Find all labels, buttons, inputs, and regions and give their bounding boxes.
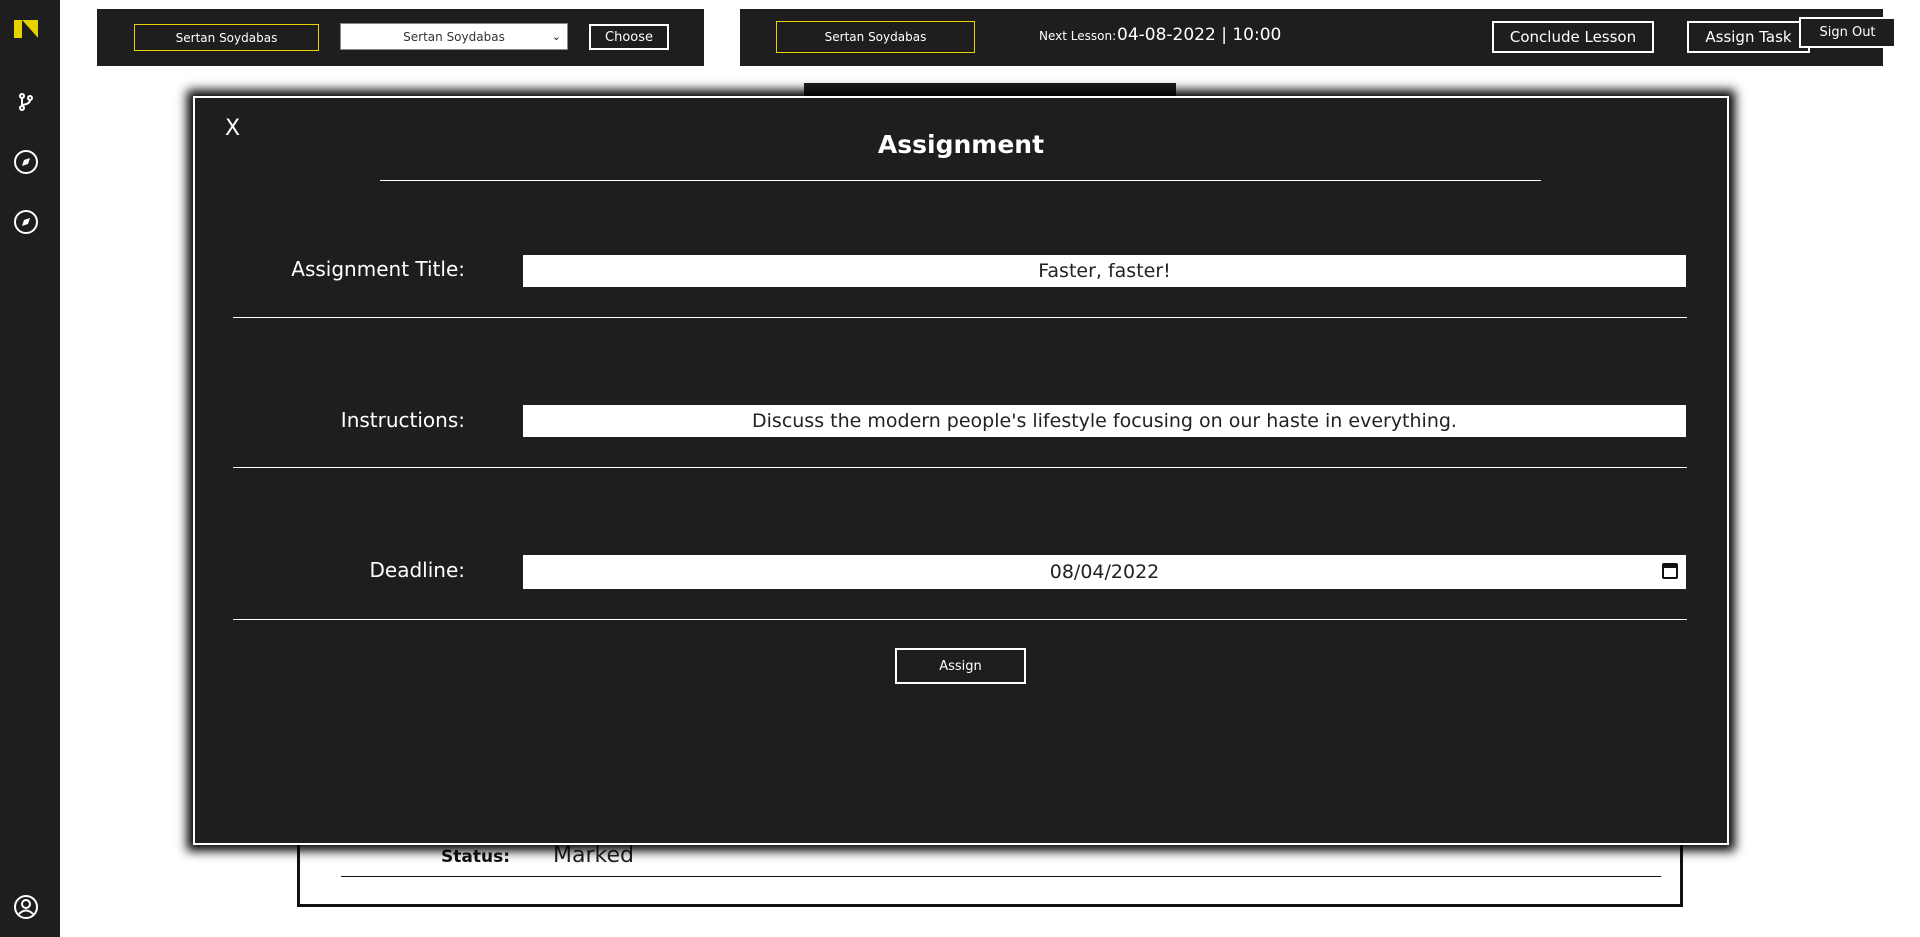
next-lesson-value: 04-08-2022 | 10:00 [1117,25,1282,45]
student-select-value: Sertan Soydabas [403,29,505,44]
deadline-date-input[interactable]: 08/04/2022 [523,555,1686,589]
assign-task-button[interactable]: Assign Task [1687,21,1810,53]
background-divider [341,876,1661,877]
assign-button[interactable]: Assign [895,648,1026,684]
compass-icon[interactable] [12,208,40,236]
calendar-icon[interactable] [1662,563,1678,579]
instructions-label: Instructions: [340,408,465,432]
status-value: Marked [553,843,634,868]
status-label: Status: [441,847,510,867]
sidebar [0,0,60,937]
user-circle-icon[interactable] [12,893,40,921]
modal-title: Assignment [877,130,1045,159]
sign-out-button[interactable]: Sign Out [1799,17,1896,48]
assignment-modal: X Assignment Assignment Title: Faster, f… [193,96,1729,845]
deadline-label: Deadline: [369,558,466,582]
chevron-down-icon: ⌄ [551,30,561,43]
deadline-value: 08/04/2022 [1049,561,1160,583]
branch-icon[interactable] [12,88,40,116]
row-divider [233,317,1687,318]
conclude-lesson-button[interactable]: Conclude Lesson [1492,21,1654,53]
student-select[interactable]: Sertan Soydabas ⌄ [340,23,568,50]
background-tab-strip [804,83,1176,97]
row-divider [233,467,1687,468]
compass-icon[interactable] [12,148,40,176]
assignment-title-input[interactable]: Faster, faster! [523,255,1686,287]
title-divider [380,180,1541,181]
lesson-student-box: Sertan Soydabas [776,21,975,53]
logo-icon[interactable] [14,20,38,38]
next-lesson-label: Next Lesson: [1039,29,1117,43]
choose-button[interactable]: Choose [589,24,669,50]
row-divider [233,619,1687,620]
instructions-input[interactable]: Discuss the modern people's lifestyle fo… [523,405,1686,437]
assignment-title-label: Assignment Title: [291,257,465,281]
selected-student-box: Sertan Soydabas [134,24,319,51]
